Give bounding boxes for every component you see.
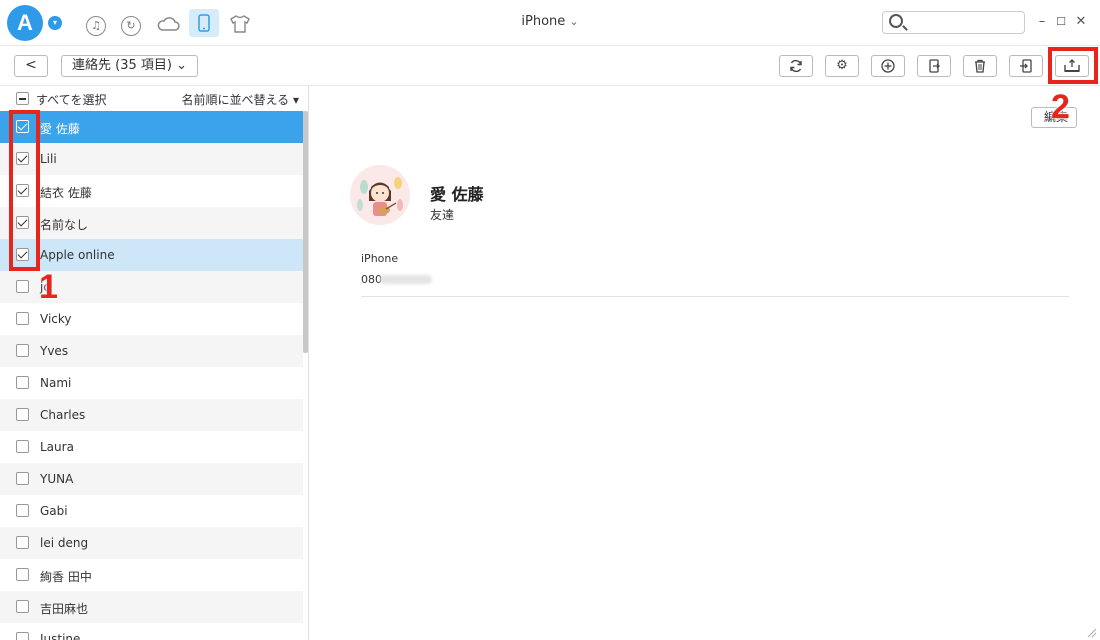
list-item[interactable]: lei deng xyxy=(0,527,303,559)
tshirt-icon[interactable] xyxy=(226,10,254,38)
list-item[interactable]: Yves xyxy=(0,335,303,367)
contact-checkbox[interactable] xyxy=(16,632,29,640)
contact-checkbox[interactable] xyxy=(16,408,29,421)
contact-name-label: Vicky xyxy=(40,312,72,326)
select-all-label[interactable]: すべてを選択 xyxy=(36,91,106,108)
contact-name-label: Yves xyxy=(40,344,69,358)
contact-name-label: Nami xyxy=(40,376,72,390)
list-scrollbar[interactable] xyxy=(303,111,308,353)
import-icon xyxy=(1020,59,1032,73)
contact-checkbox[interactable] xyxy=(16,312,29,325)
cloud-icon[interactable] xyxy=(154,10,182,38)
detail-divider xyxy=(361,296,1069,297)
device-name: iPhone xyxy=(521,14,566,29)
contact-avatar xyxy=(350,165,410,225)
contact-checkbox[interactable] xyxy=(16,568,29,581)
list-item[interactable]: 絢香 田中 xyxy=(0,559,303,591)
list-item[interactable]: 名前なし xyxy=(0,207,303,239)
list-item[interactable]: Charles xyxy=(0,399,303,431)
contact-name-label: 吉田麻也 xyxy=(40,602,89,616)
plus-circle-icon xyxy=(881,59,895,73)
gear-icon: ⚙ xyxy=(836,58,848,73)
contact-name-label: Charles xyxy=(40,408,86,422)
history-icon[interactable]: ↻ xyxy=(117,10,145,38)
phone-icon[interactable] xyxy=(189,9,219,37)
contact-checkbox[interactable] xyxy=(16,440,29,453)
list-item[interactable]: Justine xyxy=(0,623,303,640)
contact-group: 友達 xyxy=(430,208,455,222)
list-item[interactable]: 吉田麻也 xyxy=(0,591,303,623)
list-item[interactable]: 結衣 佐藤 xyxy=(0,175,303,207)
contact-name-label: Gabi xyxy=(40,504,68,518)
add-button[interactable] xyxy=(871,55,905,77)
contact-checkbox[interactable] xyxy=(16,536,29,549)
search-input[interactable] xyxy=(909,14,1019,31)
step2-highlight xyxy=(1048,47,1098,84)
chevron-down-icon: ⌄ xyxy=(569,15,579,28)
sort-dropdown[interactable]: 名前順に並べ替える ▾ xyxy=(182,91,299,108)
app-logo-icon[interactable]: A xyxy=(7,5,43,41)
step2-label: 2 xyxy=(1051,88,1070,126)
contact-name-label: 名前なし xyxy=(40,218,89,232)
list-item[interactable]: Laura xyxy=(0,431,303,463)
contact-name-label: 結衣 佐藤 xyxy=(40,186,92,200)
settings-button[interactable]: ⚙ xyxy=(825,55,859,77)
contact-name-label: 愛 佐藤 xyxy=(40,122,80,136)
contact-name-label: Apple online xyxy=(40,248,115,262)
contact-name-label: Laura xyxy=(40,440,74,454)
list-header: すべてを選択 名前順に並べ替える ▾ xyxy=(0,86,303,111)
contact-checkbox[interactable] xyxy=(16,376,29,389)
contact-checkbox[interactable] xyxy=(16,280,29,293)
app-menu-caret-icon[interactable]: ▾ xyxy=(48,16,62,30)
minimize-button[interactable]: – xyxy=(1034,14,1050,30)
step1-highlight xyxy=(9,110,40,271)
step1-label: 1 xyxy=(39,268,58,306)
contact-checkbox[interactable] xyxy=(16,472,29,485)
list-item[interactable]: Lili xyxy=(0,143,303,175)
contact-list-panel: すべてを選択 名前順に並べ替える ▾ 愛 佐藤 Lili 結衣 佐藤名前なし Appl… xyxy=(0,86,309,640)
contact-checkbox[interactable] xyxy=(16,600,29,613)
contact-name-label: 絢香 田中 xyxy=(40,570,92,584)
search-icon xyxy=(889,14,903,28)
export-to-device-button[interactable] xyxy=(917,55,951,77)
contact-list: 愛 佐藤 Lili 結衣 佐藤 名前なし Apple online jo Vicky Yves… xyxy=(0,111,303,640)
phone-value: 080 xyxy=(361,273,382,286)
list-item[interactable]: Nami xyxy=(0,367,303,399)
contact-checkbox[interactable] xyxy=(16,344,29,357)
close-button[interactable]: ✕ xyxy=(1073,14,1089,30)
list-item[interactable]: Apple online xyxy=(0,239,303,271)
contact-name-label: YUNA xyxy=(40,472,74,486)
refresh-button[interactable] xyxy=(779,55,813,77)
delete-button[interactable] xyxy=(963,55,997,77)
search-field[interactable] xyxy=(882,11,1025,34)
back-button[interactable]: < xyxy=(14,55,48,77)
refresh-icon xyxy=(790,59,802,73)
import-button[interactable] xyxy=(1009,55,1043,77)
phone-label: iPhone xyxy=(361,252,399,265)
list-item[interactable]: Gabi xyxy=(0,495,303,527)
contact-name-label: Justine xyxy=(40,632,81,640)
contact-name: 愛 佐藤 xyxy=(430,185,484,204)
maximize-button[interactable]: ☐ xyxy=(1053,14,1069,30)
device-selector[interactable]: iPhone ⌄ xyxy=(500,14,600,29)
category-dropdown[interactable]: 連絡先 (35 項目) ⌄ xyxy=(61,55,198,77)
toolbar: < 連絡先 (35 項目) ⌄ ⚙ xyxy=(0,46,1100,86)
title-bar: A ▾ ♫ ↻ iPhone ⌄ – ☐ ✕ xyxy=(0,0,1100,46)
list-item[interactable]: Vicky xyxy=(0,303,303,335)
music-icon[interactable]: ♫ xyxy=(82,10,110,38)
export-to-device-icon xyxy=(929,59,940,73)
contact-name-label: lei deng xyxy=(40,536,89,550)
select-all-checkbox[interactable] xyxy=(16,92,29,105)
contact-name-label: Lili xyxy=(40,152,57,166)
trash-icon xyxy=(975,59,985,73)
resize-grip-icon[interactable] xyxy=(1085,626,1097,638)
phone-redacted xyxy=(380,275,432,284)
contact-checkbox[interactable] xyxy=(16,504,29,517)
list-item[interactable]: 愛 佐藤 xyxy=(0,111,303,143)
list-item[interactable]: YUNA xyxy=(0,463,303,495)
